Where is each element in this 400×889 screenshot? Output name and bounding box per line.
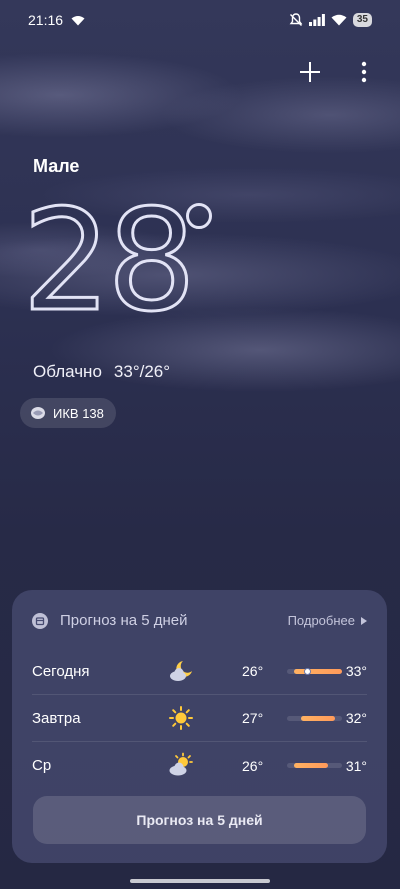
sun-icon <box>169 706 193 730</box>
details-label: Подробнее <box>287 613 355 628</box>
add-city-button[interactable] <box>296 58 324 86</box>
forecast-row-wednesday[interactable]: Ср 26° 31° <box>32 742 367 789</box>
aqi-badge[interactable]: ИКВ 138 <box>20 398 116 428</box>
condition-line: Облачно 33°/26° <box>33 362 170 382</box>
calendar-icon <box>32 612 48 629</box>
current-temperature: 28 <box>20 190 197 333</box>
temperature-bar <box>287 715 342 721</box>
degree-symbol <box>186 203 212 229</box>
details-link[interactable]: Подробнее <box>288 613 367 628</box>
forecast-row-tomorrow[interactable]: Завтра 27° 32° <box>32 695 367 742</box>
signal-icon <box>308 14 325 26</box>
temperature-bar-fill <box>293 763 329 768</box>
temperature-bar-fill <box>293 668 342 674</box>
status-time: 21:16 <box>28 12 64 28</box>
temperature-range: 33°/26° <box>113 362 171 381</box>
status-bar: 21:16 35 <box>0 0 400 40</box>
more-options-button[interactable] <box>350 58 378 86</box>
wifi-status-icon <box>71 15 85 25</box>
forecast-max: 33° <box>345 663 367 679</box>
five-day-forecast-button[interactable]: Прогноз на 5 дней <box>33 796 366 844</box>
forecast-title: Прогноз на 5 дней <box>60 612 188 629</box>
sun-cloud-icon <box>169 752 193 776</box>
more-vertical-icon <box>361 61 367 83</box>
city-name: Мале <box>33 156 80 176</box>
forecast-row-today[interactable]: Сегодня 26° 33° <box>32 648 367 695</box>
top-actions <box>296 58 378 86</box>
forecast-max: 31° <box>345 757 367 774</box>
forecast-min: 26° <box>242 757 264 774</box>
temperature-bar <box>287 667 342 675</box>
battery-indicator: 35 <box>352 13 372 27</box>
forecast-min: 26° <box>242 663 264 679</box>
temperature-value: 28 <box>20 180 197 343</box>
forecast-max: 32° <box>345 710 367 726</box>
forecast-list: Сегодня 26° 33° Завтра 27° 32° Ср 26° 31… <box>32 648 367 789</box>
forecast-day: Ср <box>32 757 52 774</box>
condition-text: Облачно <box>33 362 102 381</box>
current-temp-marker <box>304 667 312 675</box>
aqi-value: ИКВ 138 <box>53 405 104 421</box>
wifi-icon <box>331 14 347 26</box>
mute-icon <box>289 13 303 26</box>
moon-cloud-icon <box>170 661 192 681</box>
forecast-day: Завтра <box>32 709 81 727</box>
forecast-header: Прогноз на 5 дней Подробнее <box>32 612 367 629</box>
home-indicator[interactable] <box>130 879 270 883</box>
forecast-min: 27° <box>242 710 264 726</box>
temperature-bar-fill <box>300 715 336 721</box>
temperature-bar <box>287 763 342 768</box>
plus-icon <box>300 62 320 82</box>
forecast-day: Сегодня <box>32 662 90 680</box>
chevron-right-icon <box>361 616 367 625</box>
forecast-card: Прогноз на 5 дней Подробнее Сегодня 26° … <box>12 590 387 863</box>
leaf-icon <box>31 407 45 419</box>
